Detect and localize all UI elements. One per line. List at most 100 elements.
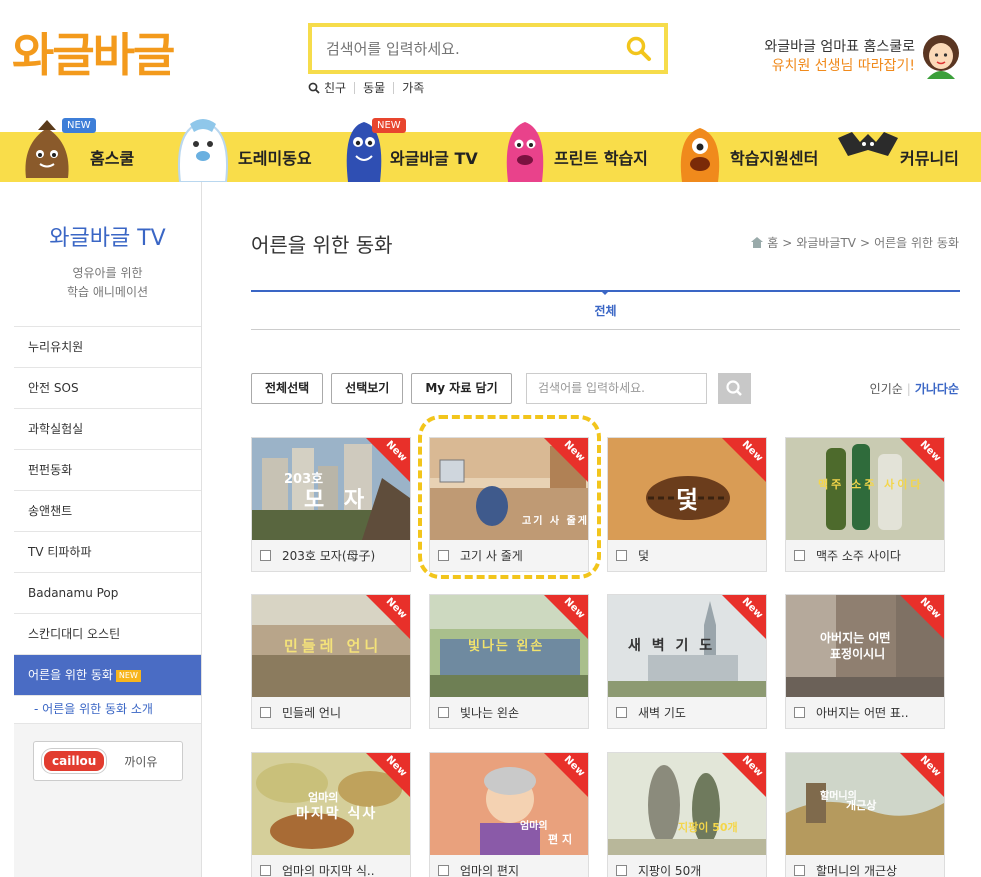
nav-new-badge: NEW bbox=[62, 118, 96, 133]
my-save-button[interactable]: My 자료 담기 bbox=[411, 373, 512, 404]
video-caption: 지팡이 50개 bbox=[608, 855, 766, 877]
nav-homeschool[interactable]: NEW 홈스쿨 bbox=[18, 118, 158, 182]
video-card[interactable]: 203호 모 자 New 203호 모자(母子) bbox=[251, 437, 411, 572]
magnifier-icon bbox=[308, 82, 320, 94]
video-thumbnail[interactable]: 203호 모 자 New bbox=[252, 438, 410, 540]
nav-doremi[interactable]: 도레미동요 bbox=[160, 119, 320, 182]
sidebar-item-nuri[interactable]: 누리유치원 bbox=[14, 327, 201, 368]
video-card[interactable]: 아버지는 어떤 표정이시니 New 아버지는 어떤 표.. bbox=[785, 594, 945, 729]
video-title[interactable]: 엄마의 편지 bbox=[460, 862, 519, 877]
select-all-button[interactable]: 전체선택 bbox=[251, 373, 324, 404]
thumbnail-title: 아버지는 어떤 bbox=[820, 631, 891, 645]
sidebar-item-tipahapa[interactable]: TV 티파하파 bbox=[14, 532, 201, 573]
thumbnail-title: 마지막 식사 bbox=[296, 806, 378, 822]
nav-community[interactable]: 커뮤니티 bbox=[838, 132, 968, 182]
video-title[interactable]: 새벽 기도 bbox=[638, 704, 686, 721]
video-card[interactable]: 지팡이 50개 New 지팡이 50개 bbox=[607, 752, 767, 877]
video-checkbox[interactable] bbox=[438, 707, 449, 718]
breadcrumb-current[interactable]: 어른을 위한 동화 bbox=[874, 234, 959, 251]
sort-popular[interactable]: 인기순 bbox=[870, 382, 903, 396]
video-checkbox[interactable] bbox=[616, 865, 627, 876]
nav-doremi-label: 도레미동요 bbox=[238, 149, 312, 168]
video-title[interactable]: 할머니의 개근상 bbox=[816, 862, 897, 877]
video-thumbnail[interactable]: 맥주 소주 사이다 New bbox=[786, 438, 944, 540]
video-thumbnail[interactable]: 엄마의 편 지 New bbox=[430, 753, 588, 855]
video-card[interactable]: 빛나는 왼손 New 빛나는 왼손 bbox=[429, 594, 589, 729]
video-thumbnail[interactable]: 할머니의 개근상 New bbox=[786, 753, 944, 855]
quick-keywords: 친구 동물 가족 bbox=[308, 82, 432, 94]
thumbnail-title: 지팡이 50개 bbox=[678, 821, 738, 834]
view-selected-button[interactable]: 선택보기 bbox=[331, 373, 404, 404]
sort-abc[interactable]: 가나다순 bbox=[915, 382, 959, 396]
thumbnail-title: 모 자 bbox=[304, 488, 371, 513]
video-thumbnail[interactable]: 아버지는 어떤 표정이시니 New bbox=[786, 595, 944, 697]
quick-keyword-family[interactable]: 가족 bbox=[393, 82, 432, 94]
video-thumbnail[interactable]: 새 벽 기 도 New bbox=[608, 595, 766, 697]
video-thumbnail[interactable]: 고기 사 줄게 New bbox=[430, 438, 588, 540]
sidebar-subtitle: 영유아를 위한 학습 애니메이션 bbox=[14, 264, 201, 302]
video-title[interactable]: 엄마의 마지막 식.. bbox=[282, 862, 375, 877]
nav-new-badge: NEW bbox=[372, 118, 406, 133]
nav-print[interactable]: 프린트 학습지 bbox=[500, 122, 650, 182]
video-thumbnail[interactable]: 빛나는 왼손 New bbox=[430, 595, 588, 697]
sidebar-item-funfun[interactable]: 펀펀동화 bbox=[14, 450, 201, 491]
thumbnail-title: 덫 bbox=[676, 486, 699, 514]
video-title[interactable]: 아버지는 어떤 표.. bbox=[816, 704, 909, 721]
video-checkbox[interactable] bbox=[616, 707, 627, 718]
video-title[interactable]: 빛나는 왼손 bbox=[460, 704, 519, 721]
video-checkbox[interactable] bbox=[438, 550, 449, 561]
caillou-banner[interactable]: caillou 까이유 bbox=[33, 741, 183, 781]
video-title[interactable]: 덫 bbox=[638, 547, 649, 564]
sidebar-item-scandi-daddy[interactable]: 스칸디대디 오스틴 bbox=[14, 614, 201, 655]
video-checkbox[interactable] bbox=[438, 865, 449, 876]
video-card[interactable]: 덫 New 덫 bbox=[607, 437, 767, 572]
video-card[interactable]: 엄마의 마지막 식사 New 엄마의 마지막 식.. bbox=[251, 752, 411, 877]
promo-banner[interactable]: 와글바글 엄마표 홈스쿨로 유치원 선생님 따라잡기! bbox=[764, 38, 915, 76]
video-title[interactable]: 고기 사 줄게 bbox=[460, 547, 523, 564]
video-card[interactable]: 민들레 언니 New 민들레 언니 bbox=[251, 594, 411, 729]
sort-options: 인기순 | 가나다순 bbox=[870, 380, 959, 397]
video-checkbox[interactable] bbox=[794, 550, 805, 561]
tab-all[interactable]: 전체 bbox=[251, 292, 960, 330]
video-card[interactable]: 맥주 소주 사이다 New 맥주 소주 사이다 bbox=[785, 437, 945, 572]
video-thumbnail[interactable]: 민들레 언니 New bbox=[252, 595, 410, 697]
video-checkbox[interactable] bbox=[794, 707, 805, 718]
sidebar-subitem-intro[interactable]: - 어른을 위한 동화 소개 bbox=[14, 696, 201, 724]
search-icon[interactable] bbox=[626, 36, 652, 62]
sidebar-item-safety-sos[interactable]: 안전 SOS bbox=[14, 368, 201, 409]
video-card[interactable]: 엄마의 편 지 New 엄마의 편지 bbox=[429, 752, 589, 877]
sidebar-item-science[interactable]: 과학실험실 bbox=[14, 409, 201, 450]
video-thumbnail[interactable]: 엄마의 마지막 식사 New bbox=[252, 753, 410, 855]
video-title[interactable]: 맥주 소주 사이다 bbox=[816, 547, 901, 564]
video-checkbox[interactable] bbox=[616, 550, 627, 561]
nav-homeschool-label: 홈스쿨 bbox=[90, 149, 135, 168]
nav-waglebagle-tv[interactable]: NEW 와글바글 TV bbox=[340, 118, 490, 182]
list-search-button[interactable] bbox=[718, 373, 751, 404]
video-checkbox[interactable] bbox=[794, 865, 805, 876]
promo-line2: 유치원 선생님 따라잡기! bbox=[771, 58, 915, 74]
sidebar-item-adult-tales[interactable]: 어른을 위한 동화 NEW bbox=[14, 655, 201, 696]
nav-support[interactable]: 학습지원센터 bbox=[676, 128, 826, 182]
list-search-input[interactable]: 검색어를 입력하세요. bbox=[526, 373, 707, 404]
video-title[interactable]: 203호 모자(母子) bbox=[282, 547, 375, 564]
video-title[interactable]: 지팡이 50개 bbox=[638, 862, 701, 877]
quick-keyword-friend[interactable]: 친구 bbox=[320, 82, 354, 94]
sidebar-item-badanamu[interactable]: Badanamu Pop bbox=[14, 573, 201, 614]
sidebar-item-song-chant[interactable]: 송앤챈트 bbox=[14, 491, 201, 532]
video-checkbox[interactable] bbox=[260, 865, 271, 876]
video-title[interactable]: 민들레 언니 bbox=[282, 704, 341, 721]
video-card[interactable]: 할머니의 개근상 New 할머니의 개근상 bbox=[785, 752, 945, 877]
video-thumbnail[interactable]: 덫 New bbox=[608, 438, 766, 540]
video-checkbox[interactable] bbox=[260, 550, 271, 561]
breadcrumb-tv[interactable]: 와글바글TV bbox=[796, 234, 856, 251]
thumbnail-title: 고기 사 줄게 bbox=[522, 516, 588, 527]
breadcrumb-home[interactable]: 홈 bbox=[767, 234, 778, 251]
bat-character-icon bbox=[838, 132, 898, 156]
quick-keyword-animal[interactable]: 동물 bbox=[354, 82, 393, 94]
video-card[interactable]: 고기 사 줄게 New 고기 사 줄게 bbox=[429, 437, 589, 572]
video-thumbnail[interactable]: 지팡이 50개 New bbox=[608, 753, 766, 855]
site-logo[interactable]: 와글바글 bbox=[12, 26, 175, 84]
video-checkbox[interactable] bbox=[260, 707, 271, 718]
top-search-input[interactable] bbox=[312, 27, 612, 70]
video-card[interactable]: 새 벽 기 도 New 새벽 기도 bbox=[607, 594, 767, 729]
